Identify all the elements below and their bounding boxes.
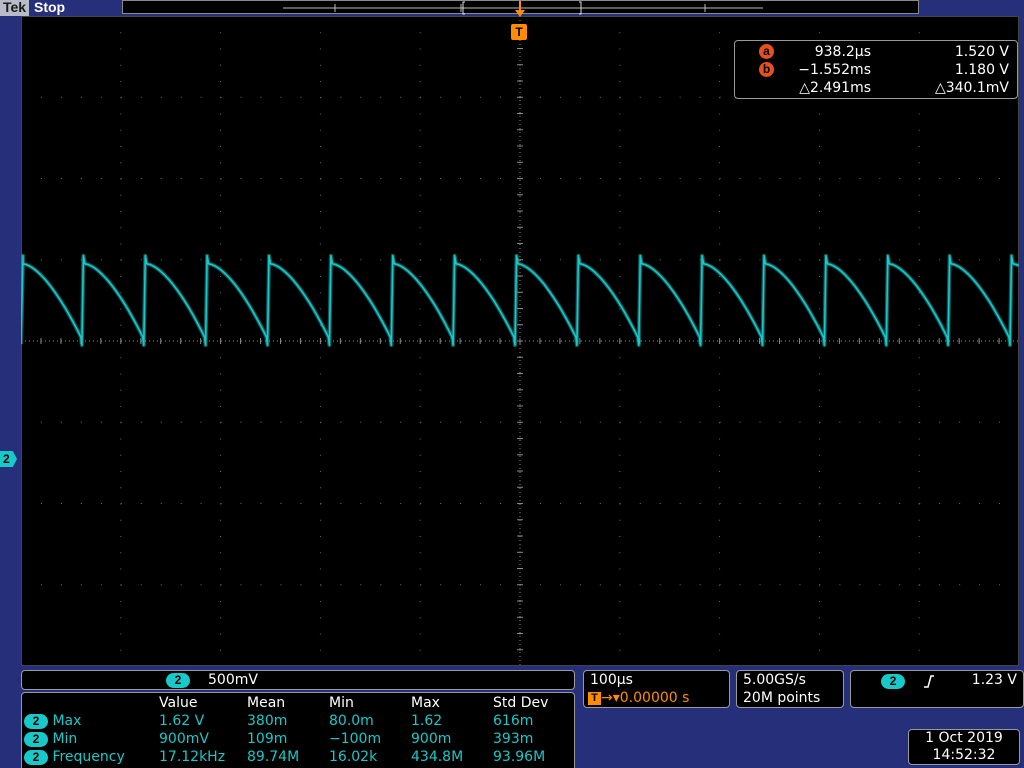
horizontal-delay-row: T →▾0.00000 s (588, 690, 689, 707)
vertical-channel-badge: 2 (166, 673, 190, 688)
trigger-panel[interactable]: 2 1.23 V (850, 670, 1024, 708)
measurement-mean: 380m (247, 713, 288, 729)
horizontal-delay: 0.00000 s (619, 690, 690, 706)
channel-2-ground-marker[interactable]: 2 (0, 451, 17, 467)
measurement-channel-badge: 2 (24, 713, 48, 729)
measurements-panel[interactable]: Value Mean Min Max Std Dev 2 Max 1.62 V … (21, 692, 575, 768)
cursor-b-badge: b (759, 62, 774, 77)
measurement-value: 17.12kHz (159, 749, 226, 765)
measurement-std-dev: 393m (493, 731, 534, 747)
measurement-row-max[interactable]: 2 Max 1.62 V 380m 80.0m 1.62 616m (24, 712, 573, 730)
measurement-std-dev: 616m (493, 713, 534, 729)
measurement-row-frequency[interactable]: 2 Frequency 17.12kHz 89.74M 16.02k 434.8… (24, 748, 573, 766)
horizontal-panel[interactable]: 100µs T →▾0.00000 s (583, 670, 730, 708)
trigger-delay-arrow-icon: →▾ (601, 690, 620, 706)
measurement-mean: 89.74M (247, 749, 300, 765)
graticule-grid (21, 16, 1019, 666)
cursor-readout: a 938.2µs 1.520 V b −1.552ms 1.180 V △2.… (734, 40, 1018, 99)
trigger-position-arrow-icon (515, 1, 525, 17)
horizontal-scale: 100µs (590, 672, 633, 688)
cursor-delta-voltage: △340.1mV (934, 80, 1009, 96)
waveform-graticule[interactable] (21, 16, 1019, 666)
cursor-delta-row: △2.491ms △340.1mV (735, 79, 1017, 97)
vertical-scale-value: 500mV (208, 672, 258, 688)
measurement-max: 900m (411, 731, 452, 747)
time-text: 14:52:32 (932, 747, 996, 763)
col-value: Value (159, 695, 198, 711)
rising-edge-icon (924, 675, 934, 688)
measurement-value: 1.62 V (159, 713, 205, 729)
date-text: 1 Oct 2019 (925, 730, 1003, 746)
trigger-point-marker[interactable]: T (511, 24, 527, 40)
brand-logo: Tek (0, 0, 30, 16)
datetime-display: 1 Oct 2019 14:52:32 (908, 729, 1020, 765)
cursor-delta-time: △2.491ms (799, 80, 871, 96)
cursor-a-row: a 938.2µs 1.520 V (735, 43, 1017, 61)
measurement-name: Frequency (52, 749, 125, 765)
measurement-min: −100m (329, 731, 382, 747)
trigger-level: 1.23 V (971, 672, 1017, 688)
cursor-b-time: −1.552ms (798, 62, 871, 78)
measurement-mean: 109m (247, 731, 288, 747)
cursor-a-badge: a (759, 44, 774, 59)
measurement-min: 80.0m (329, 713, 374, 729)
trigger-delay-badge: T (588, 691, 601, 705)
col-mean: Mean (247, 695, 286, 711)
measurement-value: 900mV (159, 731, 209, 747)
acquisition-panel[interactable]: 5.00GS/s 20M points (736, 670, 844, 708)
measurement-channel-badge: 2 (24, 731, 48, 747)
top-status-bar: Tek Stop (0, 0, 1024, 16)
measurements-header-row: Value Mean Min Max Std Dev (24, 694, 573, 712)
measurement-name: Min (52, 731, 78, 747)
record-length: 20M points (743, 690, 821, 706)
col-max: Max (411, 695, 440, 711)
measurement-std-dev: 93.96M (493, 749, 546, 765)
col-min: Min (329, 695, 354, 711)
col-std-dev: Std Dev (493, 695, 549, 711)
cursor-a-voltage: 1.520 V (954, 44, 1009, 60)
measurement-channel-badge: 2 (24, 749, 48, 765)
measurement-min: 16.02k (329, 749, 378, 765)
acquisition-state[interactable]: Stop (34, 0, 65, 16)
measurements-table: Value Mean Min Max Std Dev 2 Max 1.62 V … (24, 694, 573, 766)
vertical-scale-panel[interactable]: 2 500mV (21, 670, 575, 690)
measurement-max: 1.62 (411, 713, 443, 729)
measurement-max: 434.8M (411, 749, 464, 765)
cursor-b-voltage: 1.180 V (954, 62, 1009, 78)
measurement-row-min[interactable]: 2 Min 900mV 109m −100m 900m 393m (24, 730, 573, 748)
sample-rate: 5.00GS/s (743, 672, 806, 688)
trigger-channel-badge: 2 (881, 674, 905, 689)
cursor-b-row: b −1.552ms 1.180 V (735, 61, 1017, 79)
measurement-name: Max (52, 713, 82, 729)
cursor-a-time: 938.2µs (814, 44, 871, 60)
